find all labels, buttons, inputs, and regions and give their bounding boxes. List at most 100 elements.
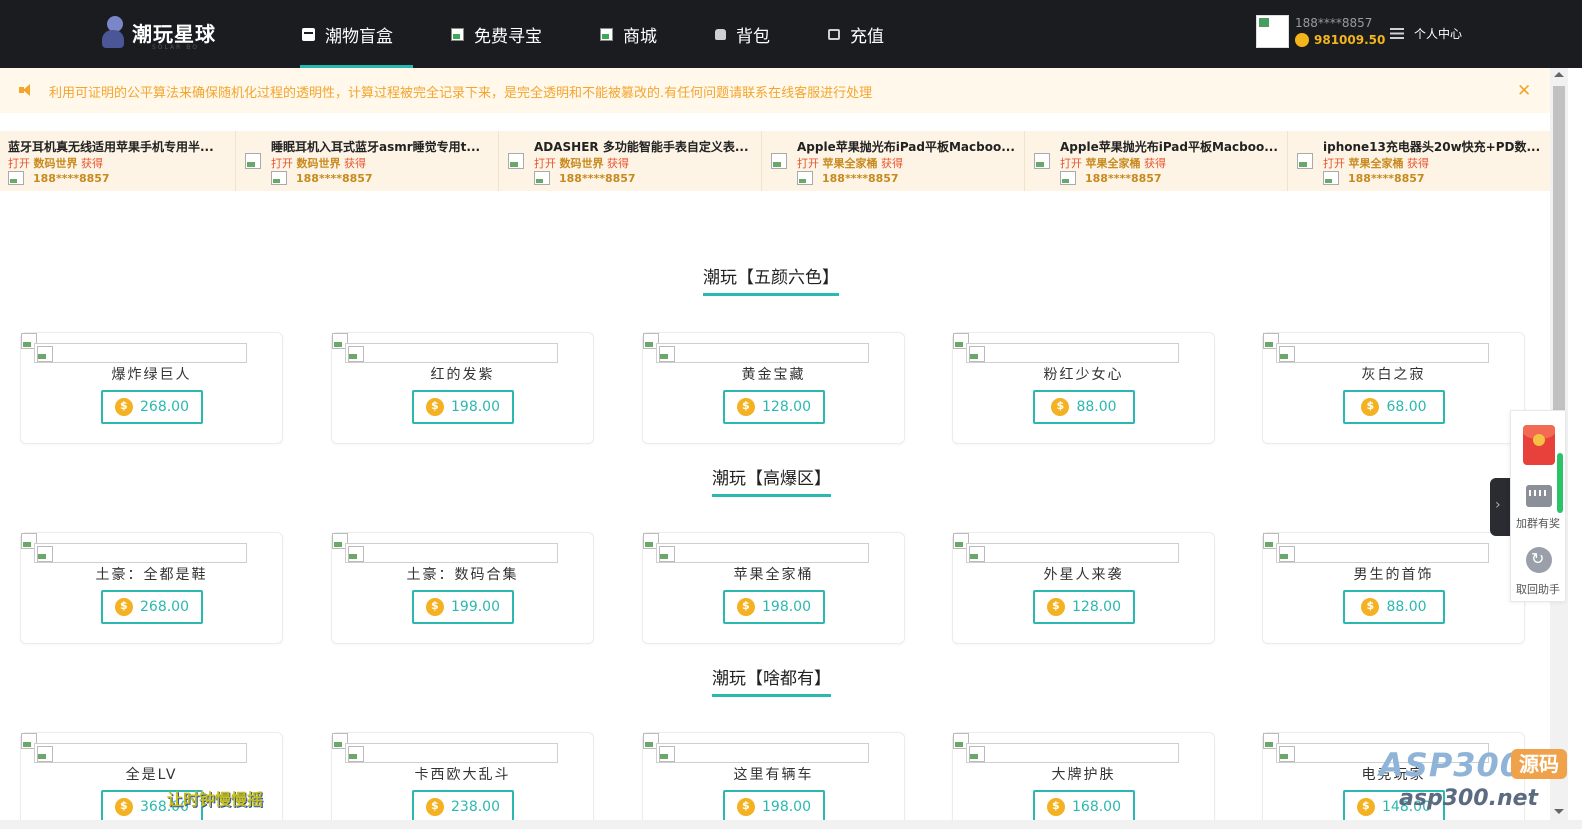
price-button[interactable]: 128.00: [1033, 590, 1135, 624]
main-nav: 潮物盲盒 免费寻宝 商城 背包 充值: [300, 0, 942, 68]
ticker-item[interactable]: 蓝牙耳机真无线适用苹果手机专用半... 打开 数码世界 获得 188****88…: [0, 131, 236, 191]
price-value: 198.00: [762, 599, 811, 615]
box-card[interactable]: 土豪：全都是鞋 268.00: [20, 532, 283, 644]
box-name: 粉红少女心: [1043, 367, 1124, 383]
price-button[interactable]: 68.00: [1343, 390, 1445, 424]
price-button[interactable]: 268.00: [101, 590, 203, 624]
box-card[interactable]: 黄金宝藏 128.00: [642, 332, 905, 444]
ticker-user: 188****8857: [1323, 171, 1425, 185]
nav-item-recharge[interactable]: 充值: [828, 0, 884, 68]
price-button[interactable]: 199.00: [412, 590, 514, 624]
scroll-up-arrow-icon[interactable]: [1554, 72, 1564, 77]
price-button[interactable]: 198.00: [723, 590, 825, 624]
ticker-item[interactable]: 睡眠耳机入耳式蓝牙asmr睡觉专用t... 打开 数码世界 获得 188****…: [236, 131, 499, 191]
join-group-label[interactable]: 加群有奖: [1511, 515, 1565, 531]
ticker-user: 188****8857: [534, 171, 636, 185]
price-button[interactable]: 268.00: [101, 390, 203, 424]
box-name: 土豪：数码合集: [406, 567, 519, 583]
price-button[interactable]: 88.00: [1343, 590, 1445, 624]
ticker-item[interactable]: iphone13充电器头20w快充+PD数... 打开 苹果全家桶 获得 188…: [1288, 131, 1550, 191]
coin-icon: [426, 798, 444, 816]
ticker-user: 188****8857: [1060, 171, 1162, 185]
nav-item-free-treasure[interactable]: 免费寻宝: [451, 0, 542, 68]
box-image: [966, 743, 1179, 763]
box-grid: 全是LV 368.00 卡西欧大乱斗 238.00 这里有辆车 198.00 大…: [20, 732, 1526, 829]
box-card[interactable]: 外星人来袭 128.00: [952, 532, 1215, 644]
user-summary[interactable]: 188****8857 981009.50: [1256, 15, 1385, 48]
box-image: [1276, 343, 1489, 363]
product-image-icon: [508, 153, 524, 169]
box-name: 这里有辆车: [733, 767, 814, 783]
ticker-title: 蓝牙耳机真无线适用苹果手机专用半...: [8, 140, 214, 154]
box-image: [345, 543, 558, 563]
user-coin-balance: 981009.50: [1295, 33, 1385, 47]
box-image: [656, 743, 869, 763]
price-button[interactable]: 168.00: [1033, 790, 1135, 824]
ticker-item[interactable]: Apple苹果抛光布iPad平板Macboo... 打开 苹果全家桶 获得 18…: [762, 131, 1025, 191]
watermark-logo: ASP300: [1379, 746, 1524, 784]
box-icon: [302, 27, 315, 41]
price-button[interactable]: 238.00: [412, 790, 514, 824]
box-card[interactable]: 苹果全家桶 198.00: [642, 532, 905, 644]
shop-icon[interactable]: [1526, 485, 1552, 507]
nav-label: 免费寻宝: [474, 26, 542, 47]
price-button[interactable]: 198.00: [412, 390, 514, 424]
ticker-item[interactable]: Apple苹果抛光布iPad平板Macboo... 打开 苹果全家桶 获得 18…: [1025, 131, 1288, 191]
ticker-action: 打开 苹果全家桶 获得: [1060, 157, 1166, 170]
ticker-user: 188****8857: [271, 171, 373, 185]
box-card[interactable]: 大牌护肤 168.00: [952, 732, 1215, 829]
price-value: 199.00: [451, 599, 500, 615]
ticker-action: 打开 苹果全家桶 获得: [797, 157, 903, 170]
retrieve-assistant-label[interactable]: 取回助手: [1511, 581, 1565, 597]
box-image: [966, 543, 1179, 563]
price-value: 268.00: [140, 599, 189, 615]
section-title: 潮玩【啥都有】: [712, 664, 831, 697]
box-card[interactable]: 全是LV 368.00: [20, 732, 283, 829]
win-ticker: 蓝牙耳机真无线适用苹果手机专用半... 打开 数码世界 获得 188****88…: [0, 131, 1550, 191]
box-card[interactable]: 灰白之寂 68.00: [1262, 332, 1525, 444]
box-card[interactable]: 男生的首饰 88.00: [1262, 532, 1525, 644]
scroll-down-arrow-icon[interactable]: [1554, 809, 1564, 814]
site-logo[interactable]: 潮玩星球 SOLAR BO: [100, 12, 216, 52]
price-button[interactable]: 198.00: [723, 790, 825, 824]
price-button[interactable]: 128.00: [723, 390, 825, 424]
box-image: [345, 343, 558, 363]
box-name: 大牌护肤: [1051, 767, 1116, 783]
nav-item-backpack[interactable]: 背包: [715, 0, 770, 68]
close-icon[interactable]: ✕: [1517, 81, 1531, 101]
price-value: 268.00: [140, 399, 189, 415]
section-title: 潮玩【五颜六色】: [703, 263, 839, 296]
personal-center-link[interactable]: 个人中心: [1390, 25, 1462, 42]
box-card[interactable]: 卡西欧大乱斗 238.00: [331, 732, 594, 829]
coin-icon: [1361, 398, 1380, 416]
box-card[interactable]: 红的发紫 198.00: [331, 332, 594, 444]
ticker-action: 打开 数码世界 获得: [271, 157, 366, 170]
avatar[interactable]: [1256, 15, 1289, 48]
coin-icon: [1047, 798, 1065, 816]
ticker-action: 打开 数码世界 获得: [534, 157, 629, 170]
product-image-icon: [1297, 153, 1313, 169]
user-avatar-icon: [534, 171, 550, 185]
box-card[interactable]: 这里有辆车 198.00: [642, 732, 905, 829]
box-name: 外星人来袭: [1043, 567, 1124, 583]
astronaut-logo-icon: [100, 14, 128, 50]
notice-bar: 利用可证明的公平算法来确保随机化过程的透明性，计算过程被完全记录下来，是完全透明…: [0, 68, 1550, 113]
box-card[interactable]: 爆炸绿巨人 268.00: [20, 332, 283, 444]
ticker-action: 打开 数码世界 获得: [8, 157, 103, 170]
box-name: 黄金宝藏: [741, 367, 806, 383]
price-button[interactable]: 88.00: [1033, 390, 1135, 424]
red-packet-icon[interactable]: [1523, 425, 1555, 465]
box-image: [345, 743, 558, 763]
ticker-item[interactable]: ADASHER 多功能智能手表自定义表... 打开 数码世界 获得 188***…: [499, 131, 762, 191]
nav-item-blind-box[interactable]: 潮物盲盒: [300, 0, 413, 68]
coin-icon: [426, 398, 444, 416]
float-panel-toggle[interactable]: ›: [1490, 478, 1510, 536]
nav-item-shop[interactable]: 商城: [600, 0, 657, 68]
progress-indicator: [1557, 453, 1563, 513]
retrieve-icon[interactable]: [1526, 547, 1552, 573]
coin-icon: [1047, 598, 1065, 616]
box-card[interactable]: 土豪：数码合集 199.00: [331, 532, 594, 644]
page: 潮玩星球 SOLAR BO 潮物盲盒 免费寻宝 商城 背包 充值 188****…: [0, 0, 1582, 829]
product-image-icon: [1034, 153, 1050, 169]
box-card[interactable]: 粉红少女心 88.00: [952, 332, 1215, 444]
